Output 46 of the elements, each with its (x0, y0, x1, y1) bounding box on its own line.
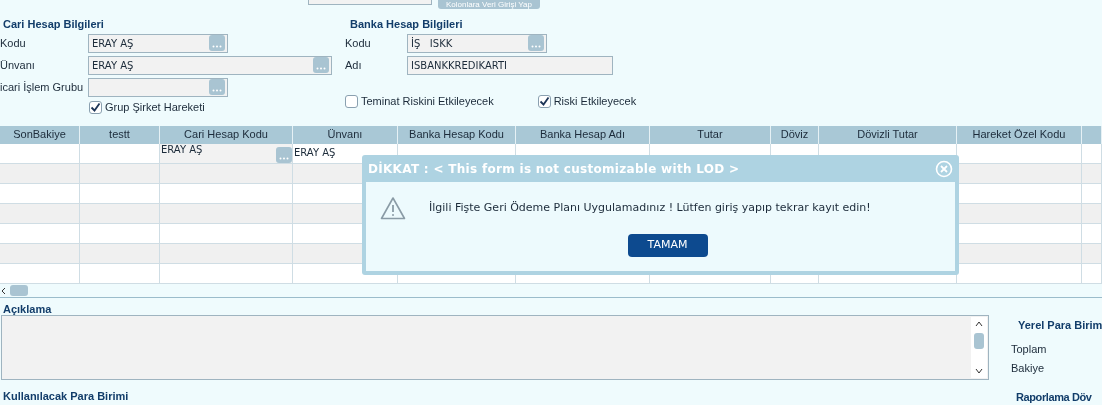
section-title: Kullanılacak Para Birimi (3, 389, 129, 404)
browse-button[interactable] (276, 147, 292, 163)
more-icon (531, 45, 541, 48)
scroll-left-icon[interactable] (0, 285, 8, 296)
section-title: Yerel Para Birim (1018, 318, 1102, 333)
more-icon (212, 89, 222, 92)
scroll-down-icon[interactable] (974, 367, 984, 375)
table-cell: ERAY AŞ (294, 147, 336, 158)
lookup-field[interactable]: ERAY AŞ (88, 33, 228, 53)
section-title: Açıklama (3, 302, 52, 317)
checkbox-label: Riski Etkileyecek (553, 94, 637, 109)
checkbox-label: Teminat Riskini Etkileyecek (361, 94, 494, 109)
field-label: Toplam (1011, 342, 1047, 357)
section-title: Banka Hesap Bilgileri (349, 17, 464, 32)
field-label: Adı (345, 57, 363, 73)
scrollbar-thumb[interactable] (10, 285, 28, 296)
more-icon (212, 45, 222, 48)
field-label: Bakiye (1011, 361, 1045, 376)
browse-button[interactable] (209, 35, 225, 51)
more-icon (279, 157, 289, 160)
lookup-field[interactable]: İŞ ISKK (407, 33, 547, 53)
field-label: icari İşlem Grubu (0, 79, 85, 95)
checkbox[interactable] (345, 94, 358, 108)
warning-icon (380, 196, 406, 220)
dialog-message: İlgili Fişte Geri Ödeme Planı Uygulamadınız ! Lütfen giriş yapıp tekrar kayıt edin! (429, 199, 871, 216)
lookup-field[interactable] (88, 77, 228, 97)
scrollbar-thumb[interactable] (974, 332, 984, 349)
field-label: Ünvanı (0, 57, 36, 73)
ok-button[interactable]: TAMAM (627, 234, 708, 257)
checkbox-label: Grup Şirket Hareketi (105, 100, 205, 115)
field-label: Kodu (345, 35, 372, 51)
section-title: Cari Hesap Bilgileri (3, 17, 105, 32)
dialog-title: DİKKAT : < This form is not customizable with LOD > (368, 160, 740, 178)
browse-button[interactable] (313, 57, 329, 73)
browse-button[interactable] (209, 79, 225, 95)
close-icon[interactable] (935, 159, 953, 178)
section-title: Raporlama Döv (1016, 391, 1092, 403)
scroll-up-icon[interactable] (974, 320, 984, 328)
more-icon (316, 67, 326, 70)
field-label: Kodu (0, 35, 27, 51)
checkbox[interactable] (537, 94, 551, 108)
lookup-field[interactable]: ERAY AŞ (88, 55, 332, 75)
checkbox[interactable] (89, 100, 102, 114)
text-field[interactable]: ISBANKKREDIKARTI (407, 55, 613, 75)
browse-button[interactable] (528, 35, 544, 51)
table-cell: ERAY AŞ (161, 144, 203, 155)
